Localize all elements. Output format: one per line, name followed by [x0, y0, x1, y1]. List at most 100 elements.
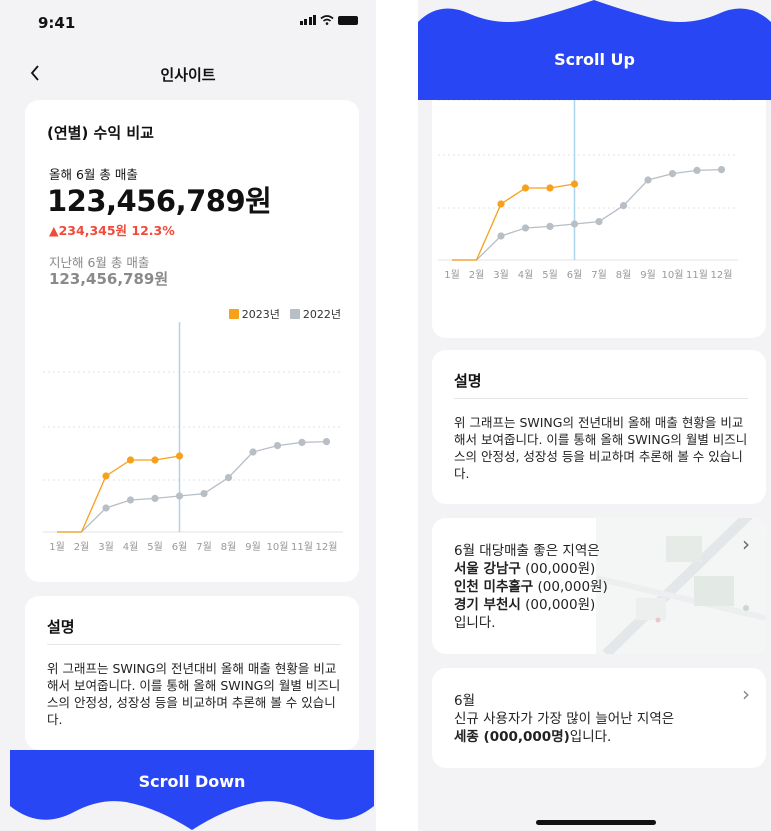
series-line-1 — [57, 440, 327, 533]
map-icon — [596, 518, 766, 654]
x-tick-label: 7월 — [591, 269, 607, 281]
data-point — [126, 496, 135, 504]
region-value: (00,000원) — [520, 561, 596, 577]
data-point — [273, 442, 282, 450]
new-users-line2: 신규 사용자가 가장 많이 늘어난 지역은 — [454, 711, 675, 727]
description-divider — [47, 644, 341, 645]
new-users-text: 6월 신규 사용자가 가장 많이 늘어난 지역은 세종 (000,000명)입니… — [454, 692, 674, 746]
data-point — [126, 456, 135, 464]
region-name: 서울 강남구 — [454, 561, 521, 577]
data-point — [570, 180, 579, 188]
x-tick-label: 5월 — [542, 269, 558, 281]
new-users-highlight: 세종 (000,000명) — [454, 729, 570, 745]
series-line-1 — [452, 168, 722, 261]
data-point — [570, 220, 579, 228]
data-point — [717, 166, 726, 174]
region-line1: 6월 대당매출 좋은 지역은 — [454, 543, 600, 559]
data-point — [644, 176, 652, 184]
change-indicator: ▲234,345원 12.3% — [49, 223, 175, 238]
data-point — [546, 184, 554, 192]
left-phone-screen: 9:41 인사이트 (연별) 수익 비교 올해 6월 총 매출 123,456,… — [0, 0, 376, 831]
right-phone-screen: 1월 2월 3월 4월 5월 6월 7월 8월 9월 10월 11월 12월 Scroll Up 설명… — [418, 0, 771, 831]
region-item: 경기 부천시 (00,000원) — [454, 596, 608, 614]
description-title: 설명 — [47, 618, 75, 636]
data-point — [151, 456, 159, 464]
legend-item-2023: 2023년 — [228, 306, 280, 322]
new-users-card[interactable]: › 6월 신규 사용자가 가장 많이 늘어난 지역은 세종 (000,000명)… — [432, 668, 766, 768]
data-point — [102, 472, 110, 480]
description-text-right: 위 그래프는 SWING의 전년대비 올해 매출 현황을 비교해서 보여줍니다.… — [454, 415, 748, 481]
map-thumbnail — [596, 518, 766, 654]
legend-label-2022: 2022년 — [302, 308, 341, 321]
x-tick-label: 12월 — [316, 541, 338, 553]
region-arrow[interactable]: › — [742, 532, 750, 556]
home-indicator — [536, 820, 656, 825]
x-tick-label: 3월 — [493, 269, 509, 281]
wifi-icon — [320, 15, 334, 25]
description-text: 위 그래프는 SWING의 전년대비 올해 매출 현황을 비교해서 보여줍니다.… — [47, 661, 341, 727]
region-item: 서울 강남구 (00,000원) — [454, 560, 608, 578]
x-tick-label: 12월 — [711, 269, 733, 281]
data-point — [224, 474, 233, 482]
data-point — [497, 232, 505, 240]
data-point — [298, 438, 306, 446]
x-tick-label: 3월 — [98, 541, 114, 553]
nav-bar: 인사이트 — [0, 58, 376, 88]
scroll-down-label: Scroll Down — [138, 772, 246, 791]
data-point — [546, 222, 554, 230]
data-point — [497, 200, 505, 208]
chart-card-title: (연별) 수익 비교 — [47, 124, 154, 142]
x-tick-label: 11월 — [686, 269, 708, 281]
scroll-up-button[interactable]: Scroll Up — [418, 0, 771, 100]
chart-legend: 2023년 2022년 — [228, 306, 341, 322]
new-users-line3: 세종 (000,000명)입니다. — [454, 728, 674, 746]
data-point — [200, 490, 208, 498]
status-icons — [299, 15, 358, 25]
x-tick-label: 4월 — [518, 269, 534, 281]
region-card[interactable]: › 6월 대당매출 좋은 지역은 서울 강남구 (00,000원) 인천 미추홀… — [432, 518, 766, 654]
series-line-0 — [452, 183, 575, 261]
data-point — [619, 202, 628, 210]
last-year-value: 123,456,789원 — [49, 270, 169, 288]
description-card-right: 설명 위 그래프는 SWING의 전년대비 올해 매출 현황을 비교해서 보여줍… — [432, 350, 766, 504]
x-tick-label: 5월 — [147, 541, 163, 553]
series-line-0 — [57, 455, 180, 533]
data-point — [102, 504, 110, 512]
x-tick-label: 1월 — [444, 269, 460, 281]
region-item: 인천 미추홀구 (00,000원) — [454, 578, 608, 596]
x-tick-label: 11월 — [291, 541, 313, 553]
signal-icon — [299, 15, 316, 25]
data-point — [151, 494, 159, 502]
scroll-up-label: Scroll Up — [554, 50, 635, 69]
new-users-arrow[interactable]: › — [742, 682, 750, 706]
data-point — [175, 452, 184, 460]
x-tick-label: 10월 — [662, 269, 684, 281]
description-divider-right — [454, 398, 748, 399]
x-tick-label: 1월 — [49, 541, 65, 553]
x-tick-label: 8월 — [616, 269, 632, 281]
this-year-value: 123,456,789원 — [47, 184, 272, 218]
new-users-line1: 6월 — [454, 693, 476, 709]
data-point — [249, 448, 257, 456]
data-point — [175, 492, 184, 500]
x-tick-label: 9월 — [640, 269, 656, 281]
chart-card-continued: 1월 2월 3월 4월 5월 6월 7월 8월 9월 10월 11월 12월 — [432, 50, 766, 338]
x-tick-label: 2월 — [469, 269, 485, 281]
data-point — [521, 224, 530, 232]
description-card: 설명 위 그래프는 SWING의 전년대비 올해 매출 현황을 비교해서 보여줍… — [25, 596, 359, 750]
scroll-down-button[interactable]: Scroll Down — [10, 750, 374, 831]
line-chart: 1월 2월 3월 4월 5월 6월 7월 8월 9월 10월 11월 12월 — [43, 322, 343, 553]
data-point — [668, 170, 677, 178]
data-point — [693, 166, 701, 174]
data-point — [595, 218, 603, 226]
x-tick-label: 6월 — [567, 269, 583, 281]
status-time: 9:41 — [38, 14, 76, 32]
data-point — [521, 184, 530, 192]
description-title-right: 설명 — [454, 372, 482, 390]
x-tick-label: 10월 — [267, 541, 289, 553]
x-tick-label: 8월 — [221, 541, 237, 553]
x-tick-label: 7월 — [196, 541, 212, 553]
legend-item-2022: 2022년 — [289, 306, 341, 322]
region-value: (00,000원) — [533, 579, 608, 595]
new-users-tail: 입니다. — [569, 729, 612, 745]
